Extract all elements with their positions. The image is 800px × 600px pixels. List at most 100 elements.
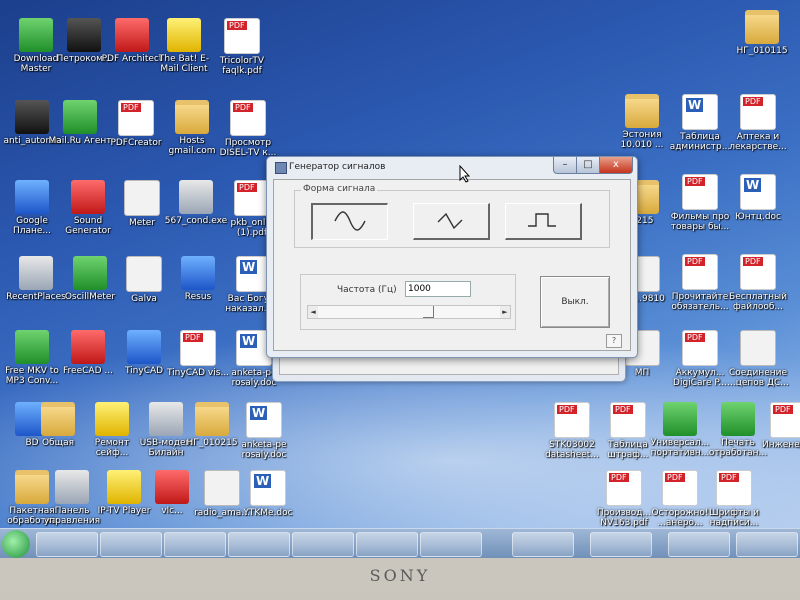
desktop-icon-inzhener[interactable]: Инженер... (756, 402, 800, 450)
taskbar-button-7[interactable] (420, 532, 482, 557)
desktop-icon-label: The Bat! E-Mail Client (158, 54, 210, 74)
red-icon (71, 180, 105, 214)
dialog-title: Генератор сигналов (289, 162, 386, 172)
desktop-icon-akkumul[interactable]: Аккумул... DigiCare P... (668, 330, 732, 388)
pdf-icon (234, 180, 270, 216)
taskbar-button-4[interactable] (228, 532, 290, 557)
taskbar-button-1[interactable] (36, 532, 98, 557)
signal-generator-dialog[interactable]: Генератор сигналов – □ x Форма сигнала Ч… (266, 156, 638, 358)
desktop-icon-label: Производ... NV163.pdf (596, 508, 652, 528)
desktop-icon-prosmotr[interactable]: Просмотр DISEL-TV к... (216, 100, 280, 158)
white-icon (204, 470, 240, 506)
pdf-icon (224, 18, 260, 54)
off-button[interactable]: Выкл. (540, 276, 610, 328)
desktop-icon-label: STK03002 datasheet... (545, 440, 599, 460)
desktop-icon-label: Google Плане... (12, 216, 52, 236)
desktop-icon-shrifty[interactable]: Шрифты и надписи... (702, 470, 766, 528)
desktop-icon-besplatny[interactable]: Бесплатный файлооб... (726, 254, 790, 312)
triangle-wave-icon (437, 212, 463, 230)
desktop-icon-tricolortv[interactable]: TricolorTV faqlk.pdf (210, 18, 274, 76)
desktop-icon-label: TinyCAD vis... (166, 368, 230, 378)
desktop-icon-universal[interactable]: Универсал... портативн... (648, 402, 712, 458)
desktop-icon-yunts[interactable]: Юнтц.doc (726, 174, 790, 222)
taskbar-button-5[interactable] (292, 532, 354, 557)
square-wave-button[interactable] (505, 203, 582, 240)
folder-icon (41, 402, 75, 436)
frequency-slider[interactable]: ◄ ► (307, 305, 511, 319)
mouse-cursor-icon (459, 165, 471, 183)
triangle-wave-button[interactable] (413, 203, 490, 240)
help-button[interactable]: ? (606, 334, 622, 348)
desktop-icon-hosts[interactable]: Hosts gmail.com (160, 100, 224, 156)
desktop-icon-anketa-2[interactable]: anketa-pe rosaly.doc (232, 402, 296, 460)
slider-right-arrow[interactable]: ► (500, 306, 510, 318)
desktop-icon-cond[interactable]: 567_cond.exe (164, 180, 228, 226)
folder-icon (175, 100, 209, 134)
dialog-client-area: Форма сигнала Частота (Гц) 1000 ◄ ► Выкл… (273, 179, 631, 351)
desktop-icon-resus[interactable]: Resus (166, 256, 230, 302)
desktop-icon-proizvod[interactable]: Производ... NV163.pdf (592, 470, 656, 528)
desktop-icon-label: Hosts gmail.com (168, 136, 216, 156)
pdf-icon (180, 330, 216, 366)
desktop-icon-apteka[interactable]: Аптека и лекарстве... (726, 94, 790, 152)
taskbar-button-2[interactable] (100, 532, 162, 557)
desktop-icon-label: PDFCreator (110, 138, 162, 148)
maximize-button[interactable]: □ (576, 157, 600, 174)
desktop-icon-filmy[interactable]: Фильмы про товары бы... (668, 174, 732, 232)
white-icon (126, 256, 162, 292)
folder-icon (625, 94, 659, 128)
desktop-icon-freecad[interactable]: FreeCAD ... (56, 330, 120, 376)
desktop-icon-label: Таблица администр... (669, 132, 731, 152)
dark-icon (67, 18, 101, 52)
desktop-icon-mailru[interactable]: Mail.Ru Агент (48, 100, 112, 146)
dialog-titlebar[interactable]: Генератор сигналов – □ x (267, 157, 637, 177)
desktop-icon-ng-010115[interactable]: НГ_010115 (730, 10, 794, 56)
desktop-icon-label: Mail.Ru Агент (48, 136, 112, 146)
white-icon (740, 330, 776, 366)
slider-left-arrow[interactable]: ◄ (308, 306, 318, 318)
yellow-icon (95, 402, 129, 436)
slider-thumb[interactable] (423, 306, 434, 318)
monitor-frame: Download Master Петроком... PDF Architect T… (0, 0, 800, 600)
close-button[interactable]: x (599, 157, 633, 174)
desktop-icon-ytkme[interactable]: YTKMe.doc (236, 470, 300, 518)
green-icon (63, 100, 97, 134)
square-wave-icon (528, 213, 556, 227)
green-icon (19, 18, 53, 52)
desktop-icon-estonia[interactable]: Эстония 10.010 ... (610, 94, 674, 150)
desktop-icon-tablica[interactable]: Таблица администр... (668, 94, 732, 152)
taskbar-button-8[interactable] (512, 532, 574, 557)
desktop-icon-prochitaite[interactable]: Прочитайте обязатель... (668, 254, 732, 312)
desktop-icon-label: Эстония 10.010 ... (620, 130, 664, 150)
folder-icon (745, 10, 779, 44)
desktop-icon-pdfcreator[interactable]: PDFCreator (104, 100, 168, 148)
desktop-icon-label: 567_cond.exe (164, 216, 228, 226)
desktop: Download Master Петроком... PDF Architect T… (0, 0, 800, 558)
app-icon (55, 470, 89, 504)
blue-icon (15, 180, 49, 214)
taskbar-button-6[interactable] (356, 532, 418, 557)
minimize-button[interactable]: – (553, 157, 577, 174)
sine-wave-button[interactable] (311, 203, 388, 240)
red-icon (155, 470, 189, 504)
desktop-icon-label: Аптека и лекарстве... (729, 132, 787, 152)
green-icon (73, 256, 107, 290)
taskbar-button-11[interactable] (736, 532, 798, 557)
taskbar-button-9[interactable] (590, 532, 652, 557)
app-icon (149, 402, 183, 436)
red-icon (71, 330, 105, 364)
desktop-icon-stk[interactable]: STK03002 datasheet... (540, 402, 604, 460)
frequency-input[interactable] (405, 281, 471, 297)
start-button[interactable] (2, 530, 30, 558)
dark-icon (15, 100, 49, 134)
desktop-icon-soedinenie[interactable]: Соединение ...цепов ДС... (726, 330, 790, 388)
desktop-icon-label: Free MKV to MP3 Conv... (5, 366, 59, 386)
desktop-icon-label: Аккумул... DigiCare P... (673, 368, 727, 388)
desktop-icon-tinycad-vis[interactable]: TinyCAD vis... (166, 330, 230, 378)
taskbar-button-10[interactable] (668, 532, 730, 557)
taskbar-button-3[interactable] (164, 532, 226, 557)
desktop-icon-the-bat[interactable]: The Bat! E-Mail Client (152, 18, 216, 74)
desktop-icon-free-mkv[interactable]: Free MKV to MP3 Conv... (0, 330, 64, 386)
desktop-icon-google-planet[interactable]: Google Плане... (0, 180, 64, 236)
desktop-icon-label: TricolorTV faqlk.pdf (219, 56, 265, 76)
